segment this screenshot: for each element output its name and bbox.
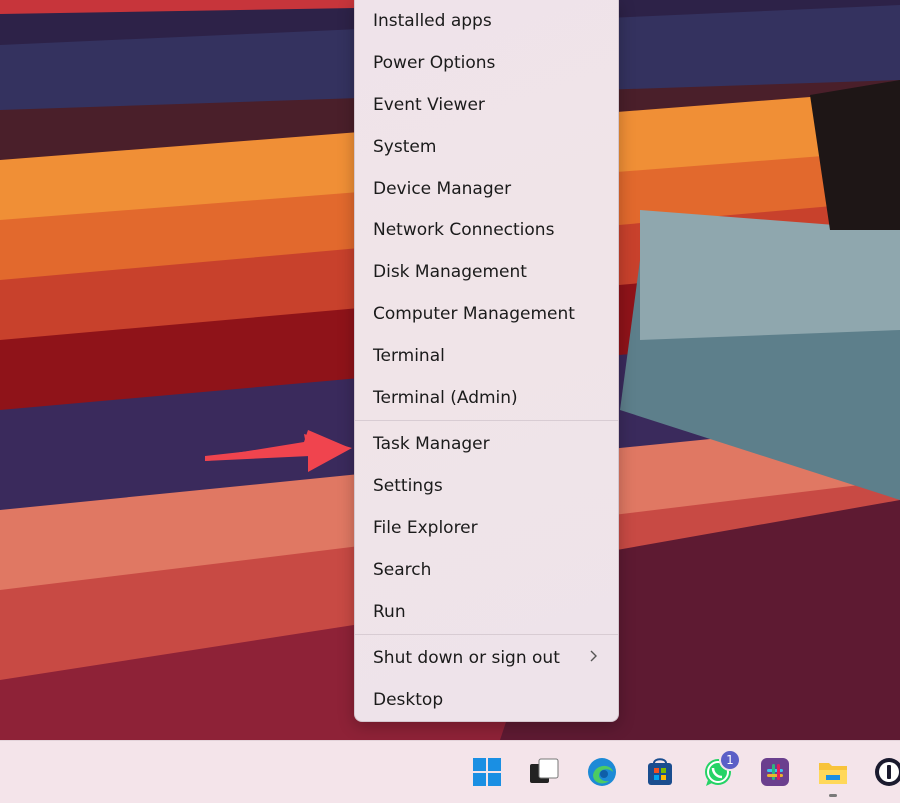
menu-item-label: Device Manager <box>373 179 512 199</box>
menu-item-label: Disk Management <box>373 262 527 282</box>
menu-item-label: File Explorer <box>373 518 478 538</box>
menu-item-label: Settings <box>373 476 443 496</box>
menu-item-installed-apps[interactable]: Installed apps <box>355 3 618 39</box>
menu-item-shut-down-or-sign-out[interactable]: Shut down or sign out <box>355 640 618 676</box>
menu-item-label: Shut down or sign out <box>373 648 560 668</box>
edge-browser-icon[interactable] <box>585 755 619 789</box>
menu-separator <box>355 420 618 421</box>
menu-item-file-explorer[interactable]: File Explorer <box>355 510 618 546</box>
taskbar <box>0 740 900 803</box>
menu-item-computer-management[interactable]: Computer Management <box>355 296 618 332</box>
1password-icon[interactable] <box>872 755 900 789</box>
active-app-indicator <box>829 794 837 797</box>
menu-item-event-viewer[interactable]: Event Viewer <box>355 87 618 123</box>
menu-item-search[interactable]: Search <box>355 552 618 588</box>
menu-item-power-options[interactable]: Power Options <box>355 45 618 81</box>
slack-icon[interactable] <box>758 755 792 789</box>
menu-item-label: Network Connections <box>373 220 555 240</box>
menu-item-label: Search <box>373 560 432 580</box>
menu-item-terminal[interactable]: Terminal <box>355 338 618 374</box>
menu-item-disk-management[interactable]: Disk Management <box>355 254 618 290</box>
menu-item-label: Terminal <box>373 346 445 366</box>
menu-item-desktop[interactable]: Desktop <box>355 682 618 718</box>
menu-item-label: Task Manager <box>373 434 490 454</box>
quick-link-menu: Installed apps Power Options Event Viewe… <box>354 0 619 722</box>
menu-item-network-connections[interactable]: Network Connections <box>355 212 618 248</box>
menu-item-system[interactable]: System <box>355 129 618 165</box>
microsoft-store-icon[interactable] <box>643 755 677 789</box>
menu-item-label: Event Viewer <box>373 95 485 115</box>
annotation-arrow-icon <box>205 430 352 472</box>
menu-item-label: Power Options <box>373 53 496 73</box>
menu-item-settings[interactable]: Settings <box>355 468 618 504</box>
file-explorer-icon[interactable] <box>816 755 850 789</box>
task-view-icon[interactable] <box>527 755 561 789</box>
menu-item-label: Run <box>373 602 406 622</box>
menu-item-label: Desktop <box>373 690 444 710</box>
chevron-right-icon <box>590 650 597 662</box>
menu-item-terminal-admin[interactable]: Terminal (Admin) <box>355 380 618 416</box>
menu-separator <box>355 634 618 635</box>
menu-item-label: Computer Management <box>373 304 575 324</box>
menu-item-label: Installed apps <box>373 11 492 31</box>
menu-item-device-manager[interactable]: Device Manager <box>355 171 618 207</box>
menu-item-label: System <box>373 137 437 157</box>
menu-item-label: Terminal (Admin) <box>373 388 518 408</box>
whatsapp-notification-badge: 1 <box>719 749 741 771</box>
menu-item-run[interactable]: Run <box>355 594 618 630</box>
menu-item-task-manager[interactable]: Task Manager <box>355 426 618 462</box>
windows-start-icon[interactable] <box>470 755 504 789</box>
